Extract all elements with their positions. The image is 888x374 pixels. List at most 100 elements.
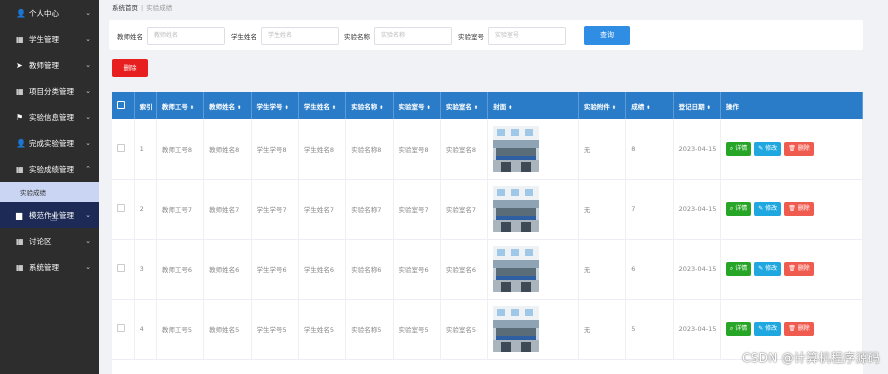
sidebar-item-completed-experiments[interactable]: 👤 完成实验管理 ⌄ xyxy=(0,130,99,156)
detail-label: 详情 xyxy=(735,265,748,272)
column-header-index[interactable]: 索引 xyxy=(134,92,157,119)
cell-teacher-name: 教师姓名8 xyxy=(203,119,252,179)
column-header-experiment-name[interactable]: 实验名称 ⬍ xyxy=(345,92,394,119)
batch-delete-button[interactable]: 删除 xyxy=(112,59,148,77)
cell-score: 5 xyxy=(625,299,674,359)
sidebar-item-label: 教师管理 xyxy=(29,60,59,70)
search-button[interactable]: 查询 xyxy=(584,26,630,45)
sidebar-item-students[interactable]: ▦ 学生管理 ⌄ xyxy=(0,26,99,52)
chevron-down-icon: ⌄ xyxy=(85,35,91,43)
row-checkbox[interactable] xyxy=(117,204,125,212)
sidebar-item-discussion[interactable]: ▦ 讨论区 ⌄ xyxy=(0,228,99,254)
grid-icon: ▦ xyxy=(16,164,24,174)
detail-button[interactable]: ⌕ 详情 xyxy=(725,322,752,336)
app: 👤 个人中心 ⌄ ▦ 学生管理 ⌄ ➤ 教师管理 ⌄ ▦ 项目分类管理 ⌄ ⚑ … xyxy=(0,0,888,374)
column-header-label: 实验附件 xyxy=(583,102,610,111)
column-header-student-no[interactable]: 学生学号 ⬍ xyxy=(251,92,299,119)
row-checkbox[interactable] xyxy=(117,324,125,332)
briefcase-icon: ▆ xyxy=(16,210,23,220)
column-header-score[interactable]: 成绩 ⬍ xyxy=(625,92,674,119)
lab-photo-image[interactable] xyxy=(493,186,540,232)
cell-index: 3 xyxy=(134,239,157,299)
sort-icon[interactable]: ⬍ xyxy=(237,105,241,111)
sort-icon[interactable]: ⬍ xyxy=(707,105,711,111)
teacher-name-input[interactable]: 教师姓名 xyxy=(147,27,225,45)
row-actions: ⌕ 详情 ✎ 修改 🗑 删除 xyxy=(725,262,862,276)
column-header-label: 教师姓名 xyxy=(209,102,236,111)
sidebar-subitem-experiment-scores[interactable]: 实验成绩 xyxy=(0,182,99,202)
cell-score: 7 xyxy=(625,179,674,239)
sort-icon[interactable]: ⬍ xyxy=(646,105,650,111)
chevron-down-icon: ⌄ xyxy=(85,61,91,69)
edit-button[interactable]: ✎ 修改 xyxy=(754,262,782,276)
cell-student-name: 学生姓名7 xyxy=(298,179,347,239)
detail-label: 详情 xyxy=(735,144,748,152)
delete-button[interactable]: 🗑 删除 xyxy=(784,141,814,156)
column-header-label: 成绩 xyxy=(631,102,645,111)
edit-button[interactable]: ✎ 修改 xyxy=(754,141,782,156)
lab-photo-image[interactable] xyxy=(493,246,540,292)
cell-lab-no: 实验室号5 xyxy=(393,299,441,359)
delete-label: 删除 xyxy=(797,144,810,152)
sidebar-item-teachers[interactable]: ➤ 教师管理 ⌄ xyxy=(0,52,99,78)
sort-icon[interactable]: ⬍ xyxy=(285,105,289,111)
grid-icon: ▦ xyxy=(16,34,24,44)
column-header-cover[interactable]: 封面 ⬍ xyxy=(487,92,579,119)
row-checkbox[interactable] xyxy=(117,143,125,152)
column-header-teacher-name[interactable]: 教师姓名 ⬍ xyxy=(203,92,252,119)
column-header-actions: 操作 xyxy=(720,92,863,119)
sort-icon[interactable]: ⬍ xyxy=(427,105,431,111)
cell-experiment-name: 实验名称6 xyxy=(345,239,394,299)
lab-no-input[interactable]: 实验室号 xyxy=(488,27,566,45)
column-header-attachment[interactable]: 实验附件 ⬍ xyxy=(578,92,627,119)
sort-icon[interactable]: ⬍ xyxy=(612,105,616,111)
detail-button[interactable]: ⌕ 详情 xyxy=(725,141,752,156)
delete-button[interactable]: 🗑 删除 xyxy=(784,262,814,276)
breadcrumb-home[interactable]: 系统首页 xyxy=(112,4,138,12)
edit-button[interactable]: ✎ 修改 xyxy=(754,322,782,336)
cell-student-no: 学生学号5 xyxy=(251,299,299,359)
column-header-teacher-no[interactable]: 教师工号 ⬍ xyxy=(156,92,205,119)
cell-cover xyxy=(487,299,579,359)
main-content: 系统首页 | 实验成绩 教师姓名 教师姓名 学生姓名 学生姓名 实验名称 实验名称 … xyxy=(99,0,888,374)
mouse-cursor-icon: ☝ xyxy=(50,210,58,224)
edit-button[interactable]: ✎ 修改 xyxy=(754,202,782,216)
sidebar-item-personal-center[interactable]: 👤 个人中心 ⌄ xyxy=(0,0,99,26)
sidebar-item-system[interactable]: ▦ 系统管理 ⌄ xyxy=(0,254,99,280)
edit-label: 修改 xyxy=(765,325,778,332)
detail-button[interactable]: ⌕ 详情 xyxy=(725,262,752,276)
lab-photo-image[interactable] xyxy=(493,306,540,352)
delete-label: 删除 xyxy=(797,265,810,272)
detail-button[interactable]: ⌕ 详情 xyxy=(725,202,752,216)
edit-icon: ✎ xyxy=(758,205,764,212)
student-name-input[interactable]: 学生姓名 xyxy=(261,27,339,45)
sort-icon[interactable]: ⬍ xyxy=(508,105,512,111)
experiment-name-input[interactable]: 实验名称 xyxy=(374,27,452,45)
data-table: 索引 教师工号 ⬍ 教师姓名 ⬍ 学生学号 ⬍ 学生姓名 ⬍ 实验名称 ⬍ 实验室号 ⬍ 实… xyxy=(112,92,863,374)
column-header-date[interactable]: 登记日期 ⬍ xyxy=(673,92,721,119)
column-header-label: 学生姓名 xyxy=(303,102,330,111)
column-header-lab-name[interactable]: 实验室名 ⬍ xyxy=(440,92,489,119)
sort-icon[interactable]: ⬍ xyxy=(332,105,336,111)
sidebar-item-label: 学生管理 xyxy=(29,34,59,44)
sort-icon[interactable]: ⬍ xyxy=(190,105,194,111)
cell-date: 2023-04-15 xyxy=(673,299,721,359)
row-checkbox[interactable] xyxy=(117,264,125,272)
column-header-lab-no[interactable]: 实验室号 ⬍ xyxy=(393,92,441,119)
delete-label: 删除 xyxy=(797,205,810,212)
delete-button[interactable]: 🗑 删除 xyxy=(784,322,814,336)
sidebar-item-experiment-scores[interactable]: ▦ 实验成绩管理 ⌃ xyxy=(0,156,99,182)
lab-photo-image[interactable] xyxy=(493,125,540,172)
sidebar-item-project-category[interactable]: ▦ 项目分类管理 ⌄ xyxy=(0,78,99,104)
row-actions: ⌕ 详情 ✎ 修改 🗑 删除 xyxy=(725,322,862,336)
chevron-down-icon: ⌄ xyxy=(85,113,91,121)
column-header-student-name[interactable]: 学生姓名 ⬍ xyxy=(298,92,347,119)
breadcrumb: 系统首页 | 实验成绩 xyxy=(112,2,172,12)
sidebar-item-experiment-info[interactable]: ⚑ 实验信息管理 ⌄ xyxy=(0,104,99,130)
chevron-down-icon: ⌄ xyxy=(85,237,91,245)
sort-icon[interactable]: ⬍ xyxy=(474,105,478,111)
sort-icon[interactable]: ⬍ xyxy=(379,105,383,111)
cell-teacher-no: 教师工号5 xyxy=(156,299,205,359)
select-all-checkbox[interactable] xyxy=(117,100,125,109)
delete-button[interactable]: 🗑 删除 xyxy=(784,202,814,216)
